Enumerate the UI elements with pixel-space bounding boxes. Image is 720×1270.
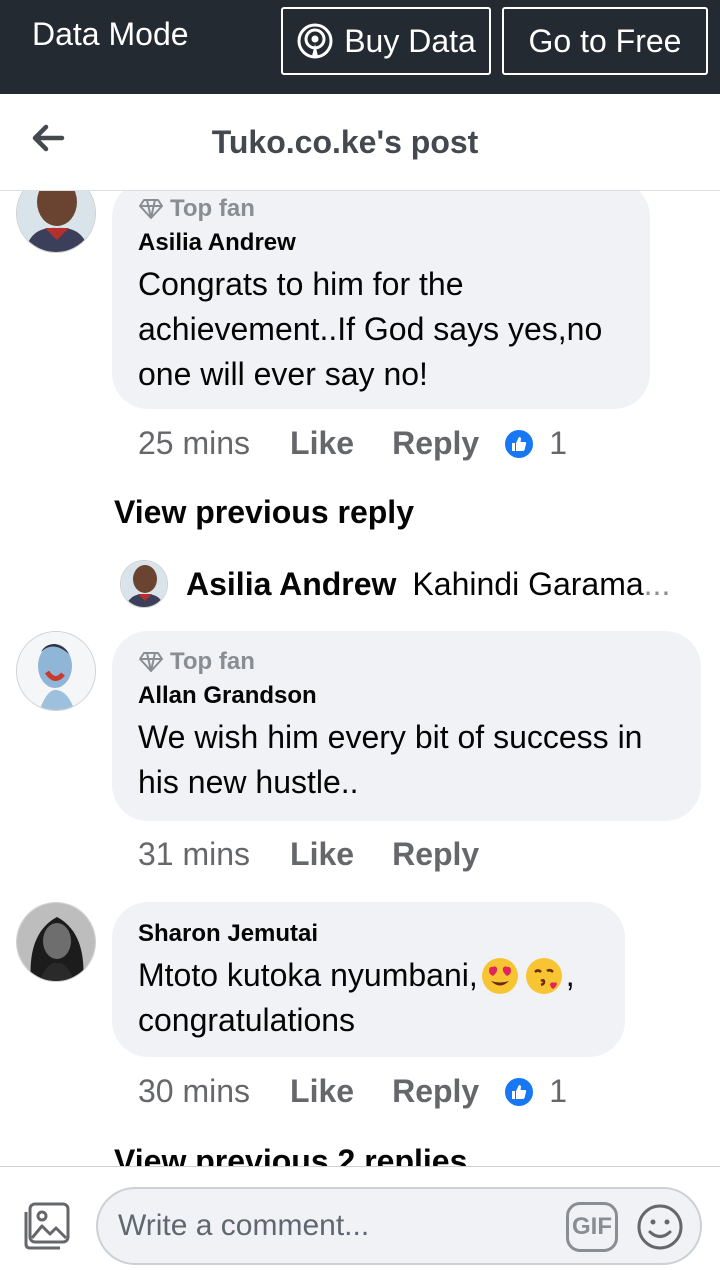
photo-icon[interactable] (20, 1200, 72, 1252)
reply-ellipsis: ... (643, 565, 671, 602)
view-previous-replies-link[interactable]: View previous 2 replies (114, 1143, 467, 1166)
comment-time[interactable]: 25 mins (138, 425, 250, 462)
reply-button[interactable]: Reply (392, 1073, 479, 1110)
heart-eyes-emoji-icon (481, 957, 518, 994)
top-fan-label: Top fan (170, 195, 255, 222)
comments-list[interactable]: Top fan Asilia Andrew Congrats to him fo… (0, 191, 720, 1166)
top-fan-badge: Top fan (138, 647, 675, 677)
like-button[interactable]: Like (290, 1073, 354, 1110)
comment-line: We wish him every bit of success in (138, 719, 643, 755)
comment-author[interactable]: Sharon Jemutai (138, 919, 599, 949)
comment-line: Congrats to him for the (138, 266, 464, 302)
comment-bubble[interactable]: Top fan Allan Grandson We wish him every… (112, 631, 701, 821)
reply-button[interactable]: Reply (392, 425, 479, 462)
reply-author[interactable]: Asilia Andrew (186, 566, 396, 603)
comment-line-text: Mtoto kutoka nyumbani, (138, 957, 478, 993)
reply-preview[interactable]: Asilia Andrew Kahindi Garama... (120, 560, 670, 608)
reaction-count[interactable]: 1 (549, 1073, 567, 1110)
kissing-emoji-icon (525, 957, 562, 994)
avatar[interactable] (120, 560, 168, 608)
comment-bubble[interactable]: Sharon Jemutai Mtoto kutoka nyumbani, , … (112, 902, 625, 1057)
page-title: Tuko.co.ke's post (211, 124, 479, 160)
comment-line: one will ever say no! (138, 356, 428, 392)
comment-line: congratulations (138, 1002, 356, 1038)
avatar[interactable] (16, 631, 96, 711)
data-mode-label: Data Mode (32, 16, 189, 52)
avatar[interactable] (16, 902, 96, 982)
comment-author[interactable]: Asilia Andrew (138, 228, 624, 258)
like-icon[interactable] (503, 427, 536, 460)
like-icon[interactable] (503, 1075, 536, 1108)
like-button[interactable]: Like (290, 836, 354, 873)
comment-line: achievement..If God says yes,no (138, 311, 603, 347)
emoji-icon[interactable] (636, 1203, 684, 1251)
diamond-icon (139, 199, 163, 219)
top-fan-badge: Top fan (138, 194, 624, 224)
view-previous-reply-link[interactable]: View previous reply (114, 494, 414, 531)
comment-text: Congrats to him for the achievement..If … (138, 262, 624, 397)
comment-bubble[interactable]: Top fan Asilia Andrew Congrats to him fo… (112, 191, 650, 409)
avatar[interactable] (16, 191, 96, 253)
like-button[interactable]: Like (290, 425, 354, 462)
top-fan-label: Top fan (170, 648, 255, 675)
comment-meta: 25 mins Like Reply 1 (138, 425, 567, 462)
comment-composer: GIF (0, 1166, 720, 1270)
comment-line: Mtoto kutoka nyumbani, , (138, 953, 599, 998)
buy-data-button[interactable]: Buy Data (281, 7, 491, 75)
comment-meta: 31 mins Like Reply (138, 836, 479, 873)
podcast-icon (296, 22, 334, 60)
post-header: Tuko.co.ke's post (0, 94, 720, 191)
comment-line: his new hustle.. (138, 764, 359, 800)
comment-author[interactable]: Allan Grandson (138, 681, 675, 711)
comment-time[interactable]: 31 mins (138, 836, 250, 873)
comment-text: Mtoto kutoka nyumbani, , congratulations (138, 953, 599, 1043)
gif-button[interactable]: GIF (566, 1202, 618, 1252)
comment-meta: 30 mins Like Reply 1 (138, 1073, 567, 1110)
diamond-icon (139, 652, 163, 672)
reaction-count[interactable]: 1 (549, 425, 567, 462)
reply-preview-text: Kahindi Garama (412, 565, 644, 602)
comment-line-end: , (565, 957, 575, 993)
comment-time[interactable]: 30 mins (138, 1073, 250, 1110)
comment-text: We wish him every bit of success in his … (138, 715, 675, 805)
reply-button[interactable]: Reply (392, 836, 479, 873)
go-to-free-button[interactable]: Go to Free (502, 7, 708, 75)
data-mode-bar: Data Mode Buy Data Go to Free (0, 0, 720, 94)
buy-data-label: Buy Data (344, 22, 476, 59)
